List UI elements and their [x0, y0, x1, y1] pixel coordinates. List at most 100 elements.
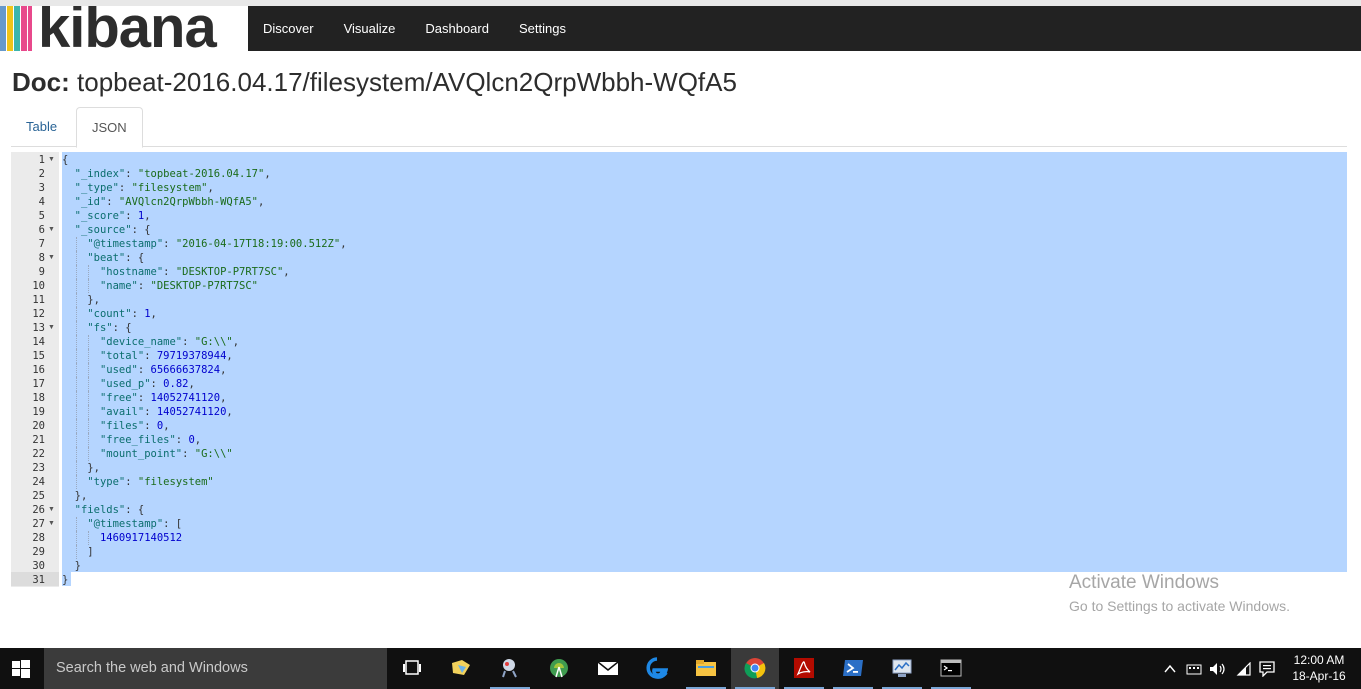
code-line: "type": "filesystem" [87, 476, 214, 488]
logo-stripe [14, 6, 20, 51]
code-line: { [62, 154, 69, 166]
line-number: 14 [32, 336, 45, 348]
taskbar-app[interactable] [633, 648, 681, 689]
paint-icon [452, 660, 470, 675]
taskbar-app[interactable] [927, 648, 975, 689]
top-navbar: kibana Discover Visualize Dashboard Sett… [0, 6, 1361, 51]
line-number: 23 [32, 462, 45, 474]
taskbar-app[interactable] [535, 648, 583, 689]
fold-toggle-icon[interactable]: ▼ [48, 251, 55, 265]
edge-icon [646, 657, 668, 679]
code-line: "used_p": 0.82, [99, 378, 195, 390]
doc-path: topbeat-2016.04.17/filesystem/AVQlcn2Qrp… [77, 67, 737, 97]
nav-visualize[interactable]: Visualize [329, 6, 411, 51]
line-number: 10 [32, 280, 45, 292]
code-line: "@timestamp": [ [87, 518, 183, 530]
wifi-icon[interactable] [1236, 662, 1252, 676]
taskbar-search-input[interactable]: Search the web and Windows [44, 648, 387, 689]
file-explorer-icon [696, 660, 716, 676]
tab-table[interactable]: Table [11, 107, 72, 147]
logo-wordmark: kibana [38, 6, 217, 51]
doc-label: Doc: [12, 67, 70, 97]
line-number: 22 [32, 448, 45, 460]
fold-toggle-icon[interactable]: ▼ [48, 223, 55, 237]
fold-toggle-icon[interactable]: ▼ [48, 503, 55, 517]
code-line: "files": 0, [99, 420, 170, 432]
taskbar-app[interactable] [584, 648, 632, 689]
code-line: "name": "DESKTOP-P7RT7SC" [99, 280, 258, 292]
windows-logo-icon [12, 660, 30, 678]
code-line: "_score": 1, [74, 210, 151, 222]
code-line: "free": 14052741120, [99, 392, 227, 404]
code-line: "count": 1, [87, 308, 157, 320]
line-number: 31 [32, 574, 45, 586]
taskbar-app[interactable] [878, 648, 926, 689]
code-line: }, [62, 294, 100, 306]
code-line: "_index": "topbeat-2016.04.17", [74, 168, 271, 180]
fold-toggle-icon[interactable]: ▼ [48, 153, 55, 167]
task-view-button[interactable] [388, 648, 436, 689]
line-number: 25 [32, 490, 45, 502]
start-button[interactable] [0, 648, 44, 689]
code-line: "hostname": "DESKTOP-P7RT7SC", [99, 266, 290, 278]
code-line: "avail": 14052741120, [99, 406, 233, 418]
line-number: 26 [32, 504, 45, 516]
code-line: "_id": "AVQlcn2QrpWbbh-WQfA5", [74, 196, 265, 208]
action-center-icon[interactable] [1259, 661, 1275, 677]
line-number: 3 [38, 182, 45, 194]
line-number: 15 [32, 350, 45, 362]
line-number: 9 [38, 266, 45, 278]
line-number: 27 [32, 518, 45, 530]
line-number: 2 [38, 168, 45, 180]
code-line: "used": 65666637824, [99, 364, 227, 376]
line-number: 5 [38, 210, 45, 222]
line-number: 16 [32, 364, 45, 376]
code-area[interactable]: { "_index": "topbeat-2016.04.17", "_type… [62, 152, 1347, 587]
watermark-subtitle: Go to Settings to activate Windows. [1069, 598, 1290, 614]
clock-time: 12:00 AM [1293, 653, 1345, 667]
code-line: } [62, 560, 81, 572]
code-line: "mount_point": "G:\\" [99, 448, 233, 460]
taskbar-app[interactable] [486, 648, 534, 689]
line-number: 21 [32, 434, 45, 446]
clock-date: 18-Apr-16 [1292, 669, 1346, 683]
nav-discover[interactable]: Discover [248, 6, 329, 51]
taskbar-app[interactable] [682, 648, 730, 689]
taskbar-app[interactable] [437, 648, 485, 689]
line-number: 8 [38, 252, 45, 264]
line-number: 13 [32, 322, 45, 334]
resource-monitor-icon [892, 659, 912, 677]
json-editor[interactable]: 1 ▼ 2 3 4 5 6 ▼ 7 8 ▼ 9 10 11 12 13 ▼ 14 15 16 17 18 19 20 21 22 2… [11, 152, 1347, 587]
taskbar-app[interactable] [731, 648, 779, 689]
chrome-icon [744, 658, 766, 679]
code-line: }, [62, 462, 100, 474]
taskbar-app[interactable] [829, 648, 877, 689]
code-line: "@timestamp": "2016-04-17T18:19:00.512Z"… [87, 238, 347, 250]
code-line: 1460917140512 [99, 532, 183, 544]
kibana-logo[interactable]: kibana [0, 6, 248, 51]
line-number: 20 [32, 420, 45, 432]
show-hidden-icons-icon[interactable] [1164, 664, 1176, 674]
taskbar-app[interactable] [780, 648, 828, 689]
fold-toggle-icon[interactable]: ▼ [48, 517, 55, 531]
code-line: "fs": { [87, 322, 132, 334]
line-number: 1 [38, 154, 45, 166]
nav-settings[interactable]: Settings [504, 6, 581, 51]
code-line: "free_files": 0, [99, 434, 202, 446]
android-studio-icon [550, 659, 568, 678]
page-title: Doc: topbeat-2016.04.17/filesystem/AVQlc… [12, 67, 737, 98]
nav-dashboard[interactable]: Dashboard [410, 6, 504, 51]
keyboard-icon[interactable] [1186, 662, 1202, 676]
view-tabs: Table JSON [11, 107, 1347, 148]
volume-icon[interactable] [1209, 662, 1227, 676]
snipping-tool-icon [502, 659, 517, 678]
line-number: 29 [32, 546, 45, 558]
tab-json[interactable]: JSON [76, 107, 143, 148]
fold-toggle-icon[interactable]: ▼ [48, 321, 55, 335]
acrobat-icon [794, 658, 814, 678]
code-line: "_type": "filesystem", [74, 182, 214, 194]
line-number: 19 [32, 406, 45, 418]
code-line: ] [62, 546, 94, 558]
system-clock[interactable]: 12:00 AM 18-Apr-16 [1282, 652, 1356, 684]
powershell-icon [843, 660, 863, 676]
